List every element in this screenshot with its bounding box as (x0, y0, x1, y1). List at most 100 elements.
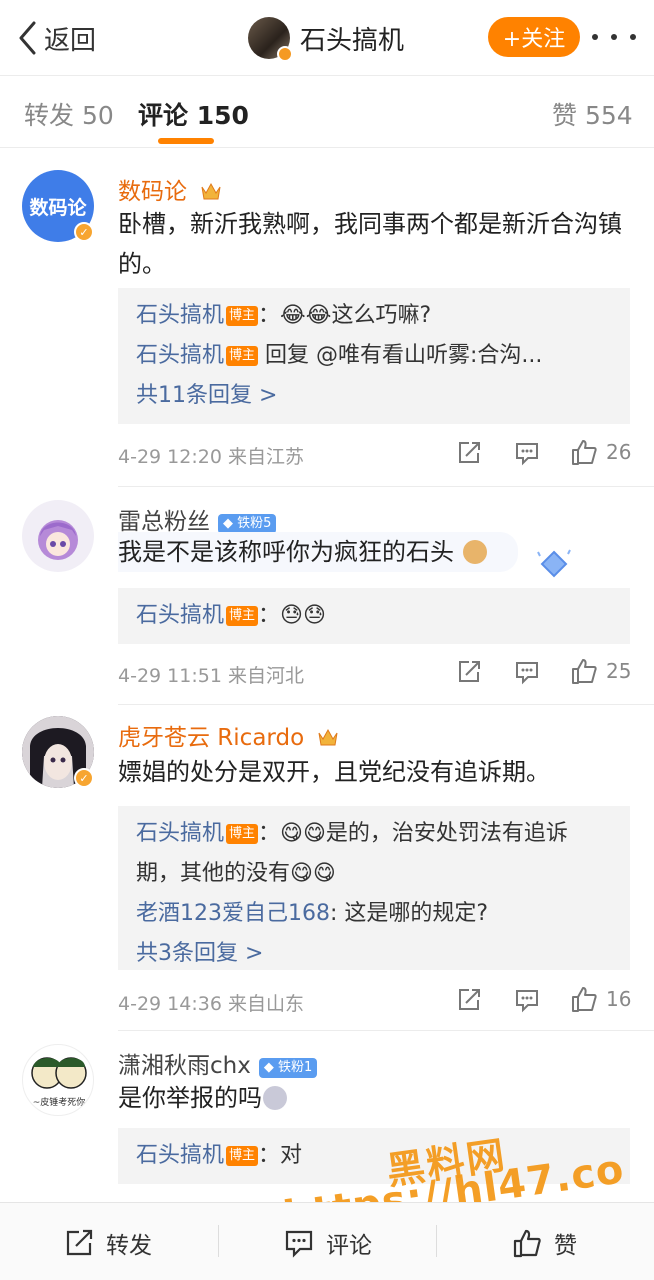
reply-author[interactable]: 石头搞机 (136, 343, 224, 368)
avatar-caption: ~皮锤考死你 (32, 1098, 86, 1108)
more-replies-link[interactable]: 共3条回复 > (136, 934, 612, 974)
tab-repost[interactable]: 转发 50 (24, 96, 114, 132)
tab-like-label: 赞 (552, 101, 578, 130)
like-label: 赞 (554, 1233, 577, 1259)
fan-badge-text: 铁粉1 (277, 1060, 313, 1075)
comment-icon[interactable] (514, 987, 540, 1013)
nav-user[interactable]: 石头搞机 (248, 16, 404, 62)
avatar[interactable]: ~皮锤考死你 (22, 1044, 94, 1116)
share-icon[interactable] (456, 440, 482, 466)
comment-icon (285, 1230, 313, 1258)
comment-text: 我是不是该称呼你为疯狂的石头 (118, 532, 518, 572)
tab-comment-label: 评论 (138, 101, 189, 130)
fan-badge: ◆ 铁粉1 (258, 1058, 318, 1078)
reply-author[interactable]: 老酒123爱自己168 (136, 901, 330, 926)
comment-username[interactable]: 潇湘秋雨chx ◆ 铁粉1 (118, 1046, 318, 1080)
reply-text: 回复 @唯有看山听雾:合沟... (258, 343, 543, 368)
comment-icon[interactable] (514, 659, 540, 685)
tab-comment-count: 150 (196, 101, 249, 130)
tab-like-count: 554 (584, 101, 633, 130)
host-badge: 博主 (226, 824, 259, 844)
reply-item[interactable]: 老酒123爱自己168: 这是哪的规定? (136, 894, 612, 934)
verified-icon: ✓ (74, 222, 94, 242)
share-icon[interactable] (456, 987, 482, 1013)
fan-badge: ◆ 铁粉5 (218, 514, 277, 534)
reply-text: ：对 (258, 1143, 303, 1168)
back-button[interactable]: 返回 (18, 18, 96, 58)
comment-meta: 4-29 11:51 来自河北 (118, 661, 304, 688)
tab-repost-count: 50 (81, 101, 114, 130)
like-count: 26 (606, 440, 632, 464)
divider (436, 1225, 437, 1257)
share-icon (66, 1229, 93, 1256)
reply-item[interactable]: 石头搞机 博主 ：😓😓 (136, 596, 612, 636)
verified-icon (277, 46, 293, 62)
comment-source: 来自河北 (227, 665, 304, 687)
reply-text: ：😓😓 (258, 603, 326, 628)
bottom-action-bar: 转发 评论 赞 (0, 1202, 654, 1280)
comment-text-body: 我是不是该称呼你为疯狂的石头 (118, 538, 454, 566)
reply-text: 期，其他的没有😋😋 (136, 861, 336, 886)
reply-item[interactable]: 石头搞机 博主 ：😋😋是的，治安处罚法有追诉 (136, 814, 612, 854)
comment-source: 来自江苏 (227, 446, 304, 468)
divider (218, 1225, 219, 1257)
repost-button[interactable]: 转发 (64, 1223, 152, 1263)
share-icon[interactable] (456, 659, 482, 685)
thumbs-up-icon (572, 987, 597, 1012)
like-button[interactable]: 25 (570, 657, 631, 685)
crown-icon (318, 728, 338, 746)
comment-time: 4-29 14:36 (118, 993, 222, 1015)
comment-text: 嫖娼的处分是双开，且党纪没有追诉期。 (118, 758, 550, 786)
tab-like[interactable]: 赞 554 (552, 96, 633, 132)
chevron-left-icon (18, 18, 40, 58)
comment-icon[interactable] (514, 440, 540, 466)
avatar[interactable] (22, 500, 94, 572)
thumbs-up-icon (572, 440, 597, 465)
username-text: 虎牙苍云 Ricardo (118, 725, 305, 751)
username-text: 潇湘秋雨chx (118, 1053, 251, 1079)
comment-meta: 4-29 14:36 来自山东 (118, 989, 304, 1016)
reply-item[interactable]: 石头搞机 博主 ：😂😂这么巧嘛? (136, 296, 612, 336)
reply-author[interactable]: 石头搞机 (136, 1143, 224, 1168)
fan-badge-text: 铁粉5 (237, 516, 272, 531)
comment-text-body: 是你举报的吗 (118, 1084, 262, 1112)
reply-item[interactable]: 石头搞机 博主 回复 @唯有看山听雾:合沟... (136, 336, 612, 376)
comment-text: 是你举报的吗 (118, 1078, 638, 1118)
avatar-text: 数码论 (29, 196, 87, 219)
divider (118, 486, 654, 487)
reply-box[interactable]: 石头搞机 博主 ：😓😓 (118, 588, 630, 644)
divider (118, 1030, 654, 1031)
reply-box[interactable]: 石头搞机 博主 ：😋😋是的，治安处罚法有追诉 期，其他的没有😋😋 老酒123爱自己1… (118, 806, 630, 970)
comment-username[interactable]: 数码论 (118, 172, 222, 206)
like-button[interactable]: 26 (570, 438, 631, 466)
avatar[interactable] (248, 17, 293, 62)
reply-text: ：😋😋是的，治安处罚法有追诉 (258, 821, 568, 846)
like-count: 16 (606, 987, 632, 1011)
reply-author[interactable]: 石头搞机 (136, 303, 224, 328)
top-nav: 返回 石头搞机 +关注 (0, 0, 654, 76)
doge-emoji-icon (462, 540, 487, 564)
reply-box[interactable]: 石头搞机 博主 ：😂😂这么巧嘛? 石头搞机 博主 回复 @唯有看山听雾:合沟... 共… (118, 288, 630, 424)
follow-button[interactable]: +关注 (488, 17, 580, 57)
comment-username[interactable]: 虎牙苍云 Ricardo (118, 718, 339, 752)
host-badge: 博主 (226, 606, 259, 626)
verified-icon: ✓ (74, 768, 94, 788)
reply-text: : 这是哪的规定? (329, 901, 489, 926)
comment-button[interactable]: 评论 (284, 1223, 372, 1263)
host-badge: 博主 (226, 306, 259, 326)
tab-comment[interactable]: 评论 150 (138, 96, 249, 132)
comment-username[interactable]: 雷总粉丝 ◆ 铁粉5 (118, 502, 277, 536)
like-button[interactable]: 16 (570, 985, 631, 1013)
husky-emoji-icon (263, 1086, 287, 1110)
reply-author[interactable]: 石头搞机 (136, 603, 224, 628)
sparkle-diamond-icon (537, 549, 571, 578)
thumbs-up-icon (572, 659, 597, 684)
more-replies-link[interactable]: 共11条回复 > (136, 376, 612, 416)
thumbs-up-icon (513, 1229, 541, 1258)
comment-time: 4-29 11:51 (118, 665, 222, 687)
repost-label: 转发 (106, 1233, 152, 1259)
reply-author[interactable]: 石头搞机 (136, 821, 224, 846)
username-text: 数码论 (118, 179, 187, 205)
more-icon[interactable] (592, 17, 636, 57)
like-button[interactable]: 赞 (512, 1223, 577, 1263)
